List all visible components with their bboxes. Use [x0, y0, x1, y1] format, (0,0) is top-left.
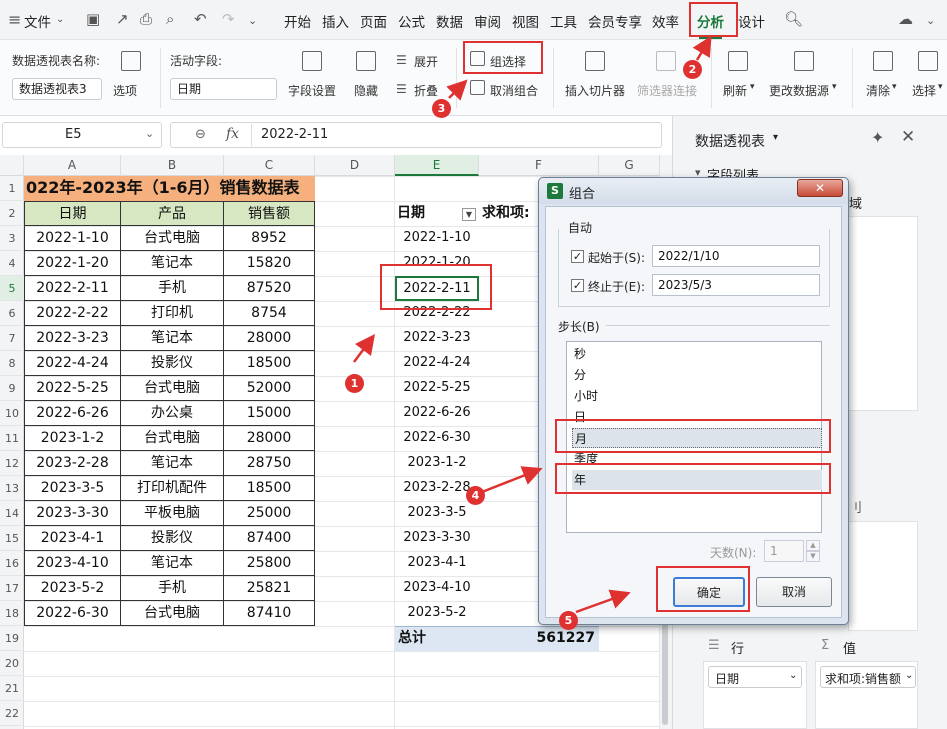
annotation-badge-1: 1	[345, 374, 364, 393]
annotation-arrow	[353, 334, 375, 363]
annotation-badge-2: 2	[683, 60, 702, 79]
annotation-arrow	[575, 589, 631, 614]
annotation-arrow	[481, 466, 543, 494]
annotation-badge-5: 5	[559, 611, 578, 630]
annotation-badge-3: 3	[432, 99, 451, 118]
annotation-badge-4: 4	[466, 486, 485, 505]
annotation-arrows	[353, 35, 712, 614]
annotation-arrow	[446, 79, 468, 101]
annotation-arrow	[692, 35, 712, 61]
